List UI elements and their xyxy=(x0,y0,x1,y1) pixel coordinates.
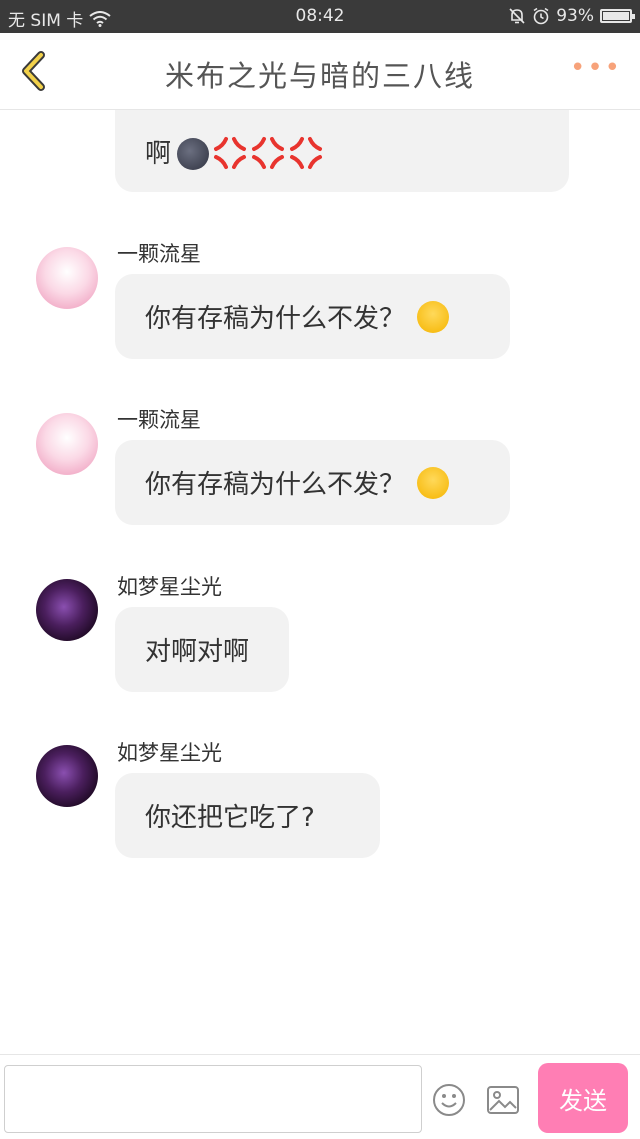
page-title: 米布之光与暗的三八线 xyxy=(164,59,475,93)
sender-name: 如梦星尘光 xyxy=(117,741,222,765)
message-text: 你有存稿为什么不发？ xyxy=(145,304,406,334)
message-text: 对啊对啊 xyxy=(145,637,250,667)
anger-symbol-icon xyxy=(252,137,285,169)
more-dots-icon[interactable]: ••• xyxy=(570,53,622,83)
bell-muted-icon xyxy=(509,8,525,24)
chat-header: 米布之光与暗的三八线 ••• xyxy=(0,33,640,110)
image-icon[interactable] xyxy=(486,1083,520,1117)
new-moon-face-icon xyxy=(177,138,210,170)
anger-symbol-icon xyxy=(214,137,247,169)
input-bar: 发送 xyxy=(0,1054,640,1139)
message-bubble: 你有存稿为什么不发？ xyxy=(115,440,510,525)
avatar[interactable] xyxy=(36,579,98,641)
smiley-icon[interactable] xyxy=(432,1083,466,1117)
message-text: 啊 xyxy=(145,139,172,169)
message-bubble: 啊 xyxy=(115,110,569,192)
message-bubble: 你有存稿为什么不发？ xyxy=(115,274,510,359)
sender-name: 一颗流星 xyxy=(117,408,201,432)
anger-symbol-icon xyxy=(290,137,323,169)
status-bar: 无 SIM 卡 08:42 93% xyxy=(0,0,640,33)
sender-name: 一颗流星 xyxy=(117,242,201,266)
message-list: 啊 一颗流星 你有存稿为什么不发？ 一颗流星 你有存稿为什么不发？ 如梦星尘光 … xyxy=(0,110,640,1054)
message-text: 你有存稿为什么不发？ xyxy=(145,470,406,500)
tears-of-joy-icon xyxy=(417,300,450,333)
message-input[interactable] xyxy=(4,1065,422,1133)
battery-percent: 93% xyxy=(556,6,594,26)
avatar[interactable] xyxy=(36,247,98,309)
tears-of-joy-icon xyxy=(417,466,450,499)
message-bubble: 对啊对啊 xyxy=(115,607,289,692)
avatar[interactable] xyxy=(36,745,98,807)
avatar[interactable] xyxy=(36,413,98,475)
status-right: 93% xyxy=(508,6,635,26)
battery-icon xyxy=(600,9,635,23)
send-button[interactable]: 发送 xyxy=(538,1063,628,1133)
alarm-clock-icon xyxy=(533,7,549,25)
message-text: 你还把它吃了? xyxy=(145,803,315,833)
chevron-left-icon[interactable] xyxy=(14,49,54,93)
sender-name: 如梦星尘光 xyxy=(117,575,222,599)
message-bubble: 你还把它吃了? xyxy=(115,773,380,858)
